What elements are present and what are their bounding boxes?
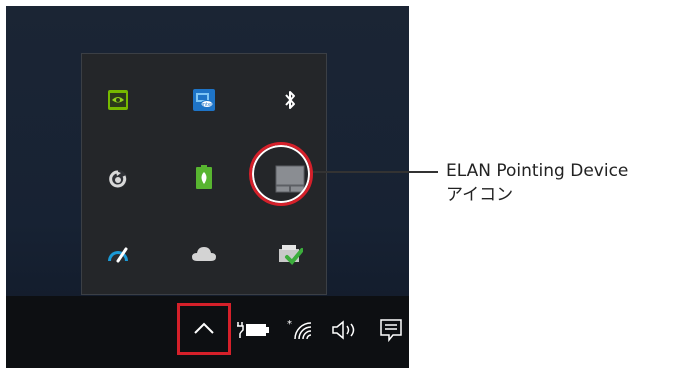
bluetooth-icon[interactable] — [268, 78, 312, 122]
taskbar: * — [6, 296, 409, 368]
speaker-icon[interactable] — [328, 308, 364, 352]
intel-graphics-icon[interactable]: intel — [182, 78, 226, 122]
sync-arrow-icon[interactable] — [96, 157, 140, 201]
onedrive-cloud-icon[interactable] — [182, 232, 226, 276]
nvidia-icon[interactable] — [96, 78, 140, 122]
callout-line1: ELAN Pointing Device — [446, 161, 629, 181]
desktop-background: intel * — [6, 6, 409, 368]
chevron-up-icon[interactable] — [182, 306, 226, 350]
wifi-icon[interactable]: * — [284, 308, 318, 352]
power-plug-battery-icon[interactable] — [234, 308, 272, 352]
speedometer-icon[interactable] — [96, 232, 140, 276]
action-center-icon[interactable] — [376, 308, 406, 352]
highlight-circle — [249, 142, 313, 206]
callout-line2: アイコン — [446, 185, 514, 205]
printer-check-icon[interactable] — [268, 232, 312, 276]
battery-leaf-icon[interactable] — [182, 155, 226, 199]
svg-text:intel: intel — [202, 102, 213, 108]
callout-line — [313, 171, 438, 173]
svg-text:*: * — [287, 319, 292, 330]
callout-label: ELAN Pointing Device アイコン — [446, 159, 696, 207]
